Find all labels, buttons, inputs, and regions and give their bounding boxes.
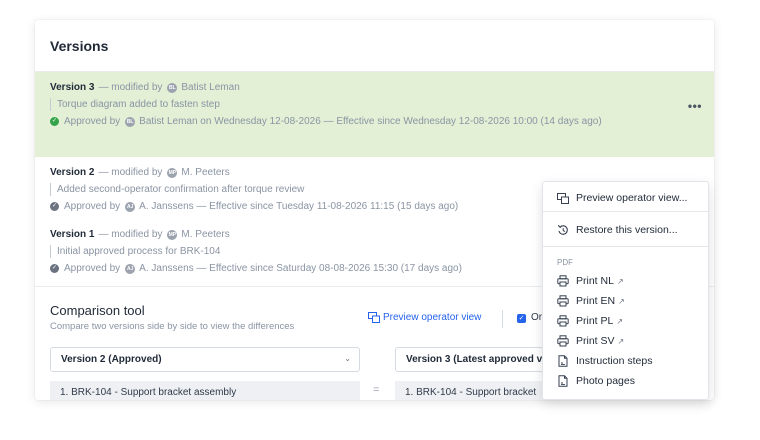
version-label: Version 1: [50, 229, 95, 240]
avatar: AJ: [125, 201, 136, 212]
modified-by-label: — modified by: [98, 82, 163, 93]
avatar: BL: [167, 82, 178, 93]
right-select-value: Version 3 (Latest approved v: [406, 354, 543, 365]
printer-icon: [557, 275, 569, 287]
printer-icon: [557, 295, 569, 307]
comparison-subtitle: Compare two versions side by side to vie…: [50, 321, 295, 332]
check-circle-icon: ✓: [50, 202, 59, 211]
avatar: MP: [167, 229, 178, 240]
checkbox[interactable]: ✓: [517, 314, 526, 323]
restore-icon: [557, 224, 568, 235]
printer-icon: [557, 315, 569, 327]
external-link-icon: ↗: [616, 316, 624, 326]
version-actions-menu: Preview operator view... Restore this ve…: [542, 181, 709, 400]
comparison-title: Comparison tool: [50, 303, 145, 318]
approved-by-label: Approved by: [64, 201, 121, 212]
menu-divider: [543, 211, 708, 212]
printer-icon: [557, 335, 569, 347]
version-description: Torque diagram added to fasten step: [50, 98, 699, 111]
version-label: Version 3: [50, 82, 95, 93]
left-version-select[interactable]: Version 2 (Approved) ⌄: [50, 347, 360, 372]
page-title: Versions: [50, 37, 109, 54]
menu-item-photo-pages[interactable]: Photo pages: [543, 372, 708, 390]
menu-divider: [543, 246, 708, 247]
equals-indicator: =: [373, 384, 380, 396]
version-label: Version 2: [50, 167, 95, 178]
menu-item-print-pl[interactable]: Print PL ↗: [543, 312, 708, 330]
document-icon: [558, 355, 568, 367]
preview-operator-view-link[interactable]: Preview operator view: [368, 312, 481, 323]
external-link-icon: ↗: [618, 296, 625, 306]
approval-text: A. Janssens — Effective since Tuesday 11…: [139, 201, 459, 212]
left-select-value: Version 2 (Approved): [61, 354, 162, 365]
approved-by-label: Approved by: [64, 263, 121, 274]
menu-item-preview-operator-view[interactable]: Preview operator view...: [543, 188, 708, 208]
menu-item-print-nl[interactable]: Print NL ↗: [543, 272, 708, 290]
check-circle-icon: ✓: [50, 264, 59, 273]
menu-item-print-en[interactable]: Print EN ↗: [543, 292, 708, 310]
menu-item-print-sv[interactable]: Print SV ↗: [543, 332, 708, 350]
author-name: M. Peeters: [181, 167, 230, 178]
preview-icon: [368, 312, 380, 323]
preview-link-label: Preview operator view: [383, 312, 482, 323]
approval-text: A. Janssens — Effective since Saturday 0…: [139, 263, 462, 274]
menu-item-restore-version[interactable]: Restore this version...: [543, 220, 708, 240]
version-row-3[interactable]: Version 3 — modified by BL Batist Leman …: [35, 72, 714, 157]
avatar: BL: [125, 116, 136, 127]
approved-by-label: Approved by: [64, 116, 121, 127]
more-options-button[interactable]: •••: [688, 99, 702, 113]
preview-icon: [557, 192, 569, 204]
avatar: MP: [167, 167, 178, 178]
versions-header: Versions: [35, 20, 714, 72]
chevron-down-icon: ⌄: [344, 354, 351, 363]
document-icon: [558, 375, 568, 387]
external-link-icon: ↗: [616, 276, 624, 286]
modified-by-label: — modified by: [98, 229, 163, 240]
approval-text: Batist Leman on Wednesday 12-08-2026 — E…: [139, 116, 602, 127]
external-link-icon: ↗: [617, 336, 625, 346]
divider: [502, 310, 503, 328]
comparison-tool-header: Comparison tool Compare two versions sid…: [50, 303, 294, 332]
menu-item-instruction-steps[interactable]: Instruction steps: [543, 352, 708, 370]
avatar: AJ: [125, 263, 136, 274]
author-name: M. Peeters: [181, 229, 230, 240]
author-name: Batist Leman: [181, 82, 240, 93]
checkbox-label: Or: [531, 312, 543, 323]
left-step-row: 1. BRK-104 - Support bracket assembly: [50, 381, 360, 400]
approval-status: ✓ Approved by BL Batist Leman on Wednesd…: [50, 115, 699, 128]
check-circle-icon: ✓: [50, 117, 59, 126]
pdf-section-heading: PDF: [557, 258, 573, 267]
modified-by-label: — modified by: [98, 167, 163, 178]
